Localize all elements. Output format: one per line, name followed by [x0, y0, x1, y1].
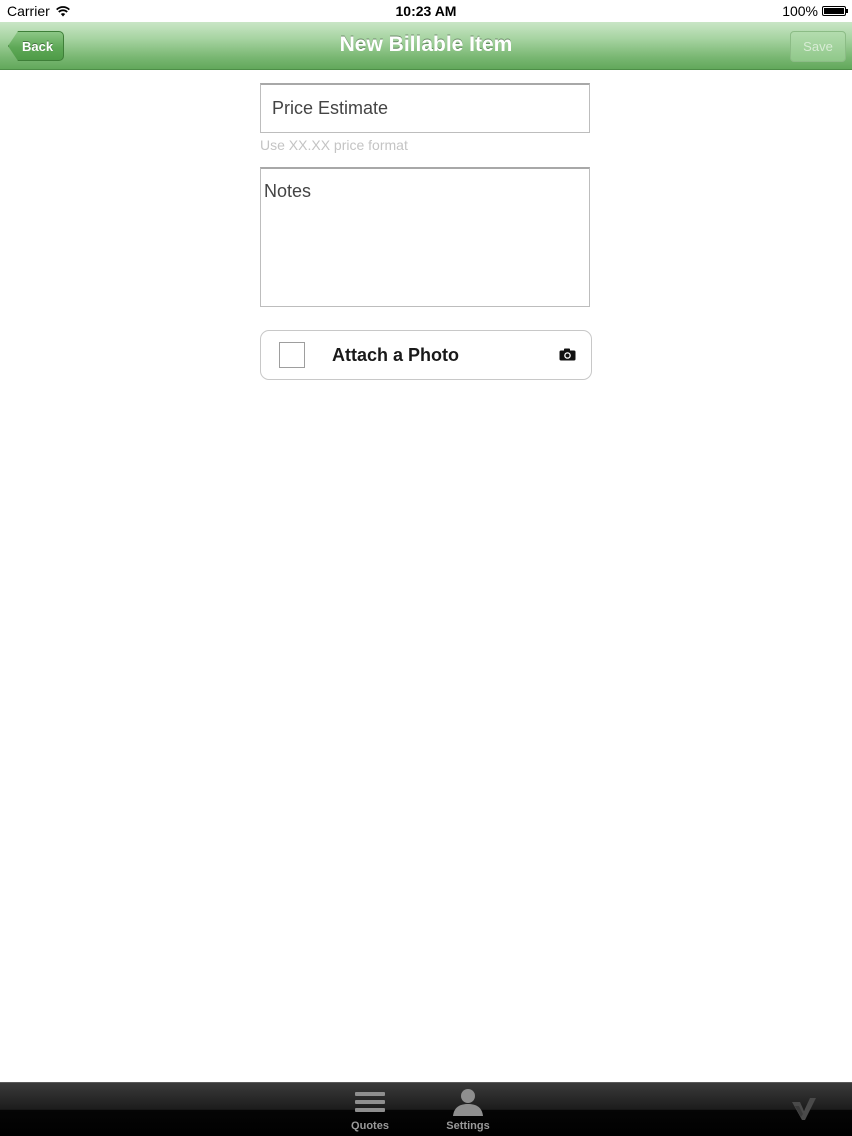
tab-settings-label: Settings [446, 1120, 490, 1132]
price-estimate-input[interactable] [260, 83, 590, 133]
tab-quotes-label: Quotes [351, 1120, 389, 1132]
attach-photo-label: Attach a Photo [332, 345, 460, 365]
notes-textarea[interactable] [260, 167, 590, 307]
status-bar: Carrier 10:23 AM 100% [0, 0, 852, 22]
tab-bar: Quotes Settings [0, 1082, 852, 1136]
tab-settings-icon-wrap [428, 1086, 508, 1118]
battery-fill [824, 8, 844, 14]
price-format-hint: Use XX.XX price format [260, 137, 408, 153]
camera-icon[interactable] [559, 348, 576, 361]
brand-logo-icon [792, 1098, 816, 1120]
attach-photo-checkbox[interactable] [279, 342, 305, 368]
battery-percent: 100% [782, 3, 818, 19]
tab-quotes-icon-wrap [330, 1086, 410, 1118]
status-time: 10:23 AM [395, 3, 457, 19]
navigation-bar: Back New Billable Item Save [0, 22, 852, 70]
status-battery-group: 100% [782, 3, 848, 19]
save-button[interactable]: Save [790, 31, 846, 62]
person-icon [453, 1089, 483, 1116]
list-icon [355, 1092, 385, 1112]
tab-settings[interactable]: Settings [428, 1086, 508, 1136]
attach-photo-row[interactable]: Attach a Photo [260, 330, 592, 380]
tab-quotes[interactable]: Quotes [330, 1086, 410, 1136]
screen: Carrier 10:23 AM 100% Back New Billable … [0, 0, 852, 1136]
page-title: New Billable Item [339, 33, 513, 56]
battery-icon [822, 6, 848, 16]
